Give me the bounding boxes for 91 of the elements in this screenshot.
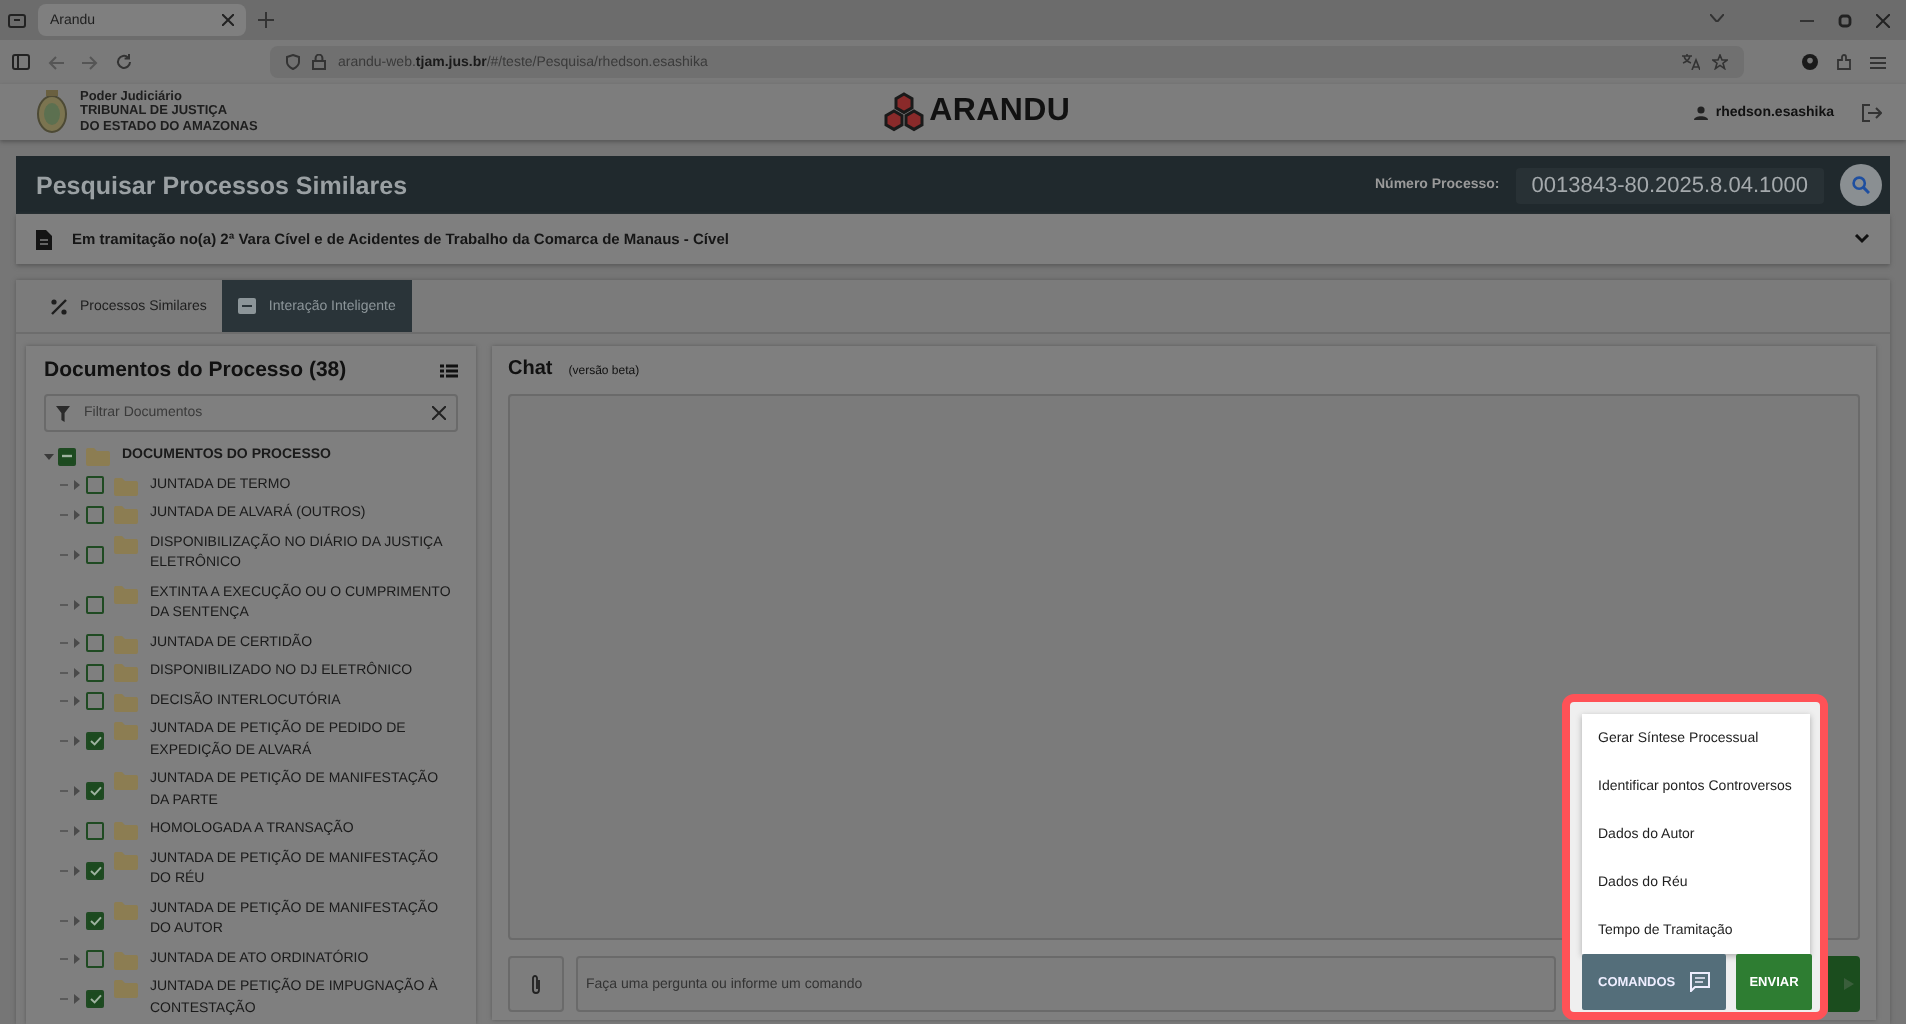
caret-right-icon[interactable] xyxy=(72,786,82,796)
checkbox[interactable] xyxy=(86,545,104,563)
folder-icon xyxy=(114,901,138,919)
folder-icon xyxy=(114,506,138,524)
checkbox[interactable] xyxy=(86,505,104,524)
caret-right-icon[interactable] xyxy=(72,736,82,746)
folder-icon xyxy=(114,980,138,998)
checkbox[interactable] xyxy=(86,821,104,840)
restore-icon[interactable] xyxy=(1838,13,1852,27)
search-button[interactable] xyxy=(1840,164,1882,206)
tab-overview-icon[interactable] xyxy=(8,12,26,28)
caret-right-icon[interactable] xyxy=(72,915,82,925)
checkbox[interactable] xyxy=(86,782,104,800)
send-arrow-button[interactable] xyxy=(1828,956,1860,1012)
caret-right-icon[interactable] xyxy=(72,825,82,836)
forward-arrow-icon[interactable] xyxy=(82,55,98,69)
page-title: Pesquisar Processos Similares xyxy=(36,171,410,199)
star-icon[interactable] xyxy=(1712,54,1728,70)
caret-right-icon[interactable] xyxy=(72,549,82,559)
close-icon[interactable] xyxy=(1876,13,1890,27)
app-name: ARANDU xyxy=(929,94,1071,130)
list-view-icon[interactable] xyxy=(440,363,458,377)
caret-right-icon[interactable] xyxy=(72,667,82,678)
folder-icon xyxy=(114,664,138,682)
close-icon[interactable] xyxy=(222,14,234,26)
caret-right-icon[interactable] xyxy=(72,954,82,965)
caret-down-icon[interactable] xyxy=(44,451,54,462)
checkbox[interactable] xyxy=(86,911,104,929)
folder-icon xyxy=(86,448,110,466)
clear-icon[interactable] xyxy=(432,406,446,420)
chat-title: Chat xyxy=(508,358,553,380)
folder-icon xyxy=(114,477,138,495)
filter-icon xyxy=(56,405,70,421)
checkbox[interactable] xyxy=(86,663,104,682)
extensions-icon[interactable] xyxy=(1836,54,1852,70)
folder-icon xyxy=(114,722,138,740)
folder-icon xyxy=(114,772,138,790)
caret-right-icon[interactable] xyxy=(72,638,82,649)
new-tab-icon[interactable] xyxy=(258,12,274,28)
caret-right-icon[interactable] xyxy=(72,865,82,875)
checkbox[interactable] xyxy=(86,595,104,613)
caret-right-icon[interactable] xyxy=(72,480,82,491)
court-emblem-icon xyxy=(36,90,68,134)
search-icon xyxy=(1852,176,1870,194)
lock-icon xyxy=(312,54,326,70)
chat-bubble-icon xyxy=(238,297,257,315)
folder-icon xyxy=(114,851,138,869)
menu-icon[interactable] xyxy=(1870,55,1886,69)
folder-icon xyxy=(114,951,138,969)
chat-bubble-icon xyxy=(1690,972,1711,992)
checkmark-icon xyxy=(89,786,101,796)
checkbox[interactable] xyxy=(58,447,76,466)
percent-icon xyxy=(50,297,68,315)
hexagon-logo-icon xyxy=(881,92,926,132)
folder-icon xyxy=(114,535,138,553)
caret-right-icon[interactable] xyxy=(72,509,82,520)
attach-button[interactable] xyxy=(508,956,564,1012)
checkbox[interactable] xyxy=(86,950,104,969)
checkmark-icon xyxy=(89,915,101,925)
logout-icon[interactable] xyxy=(1862,103,1883,121)
checkbox[interactable] xyxy=(86,990,104,1008)
folder-icon xyxy=(114,635,138,653)
checkbox[interactable] xyxy=(86,732,104,750)
caret-right-icon[interactable] xyxy=(72,599,82,609)
checkbox[interactable] xyxy=(86,692,104,711)
checkmark-icon xyxy=(89,994,101,1004)
folder-icon xyxy=(114,822,138,840)
person-icon xyxy=(1693,105,1708,119)
chevron-down-icon[interactable] xyxy=(1854,234,1870,244)
checkmark-icon xyxy=(89,736,101,746)
shield-icon xyxy=(286,54,300,70)
checkmark-icon xyxy=(89,865,101,875)
panel-title: Documentos do Processo (38) xyxy=(44,358,347,382)
checkbox[interactable] xyxy=(86,476,104,495)
caret-right-icon[interactable] xyxy=(72,994,82,1004)
document-icon xyxy=(36,229,52,249)
checkbox[interactable] xyxy=(86,861,104,879)
caret-right-icon[interactable] xyxy=(72,696,82,707)
folder-icon xyxy=(114,693,138,711)
translate-icon[interactable] xyxy=(1682,54,1700,70)
dash-icon xyxy=(62,454,72,459)
paperclip-icon xyxy=(530,973,542,995)
account-icon[interactable] xyxy=(1802,54,1818,70)
folder-icon xyxy=(114,585,138,603)
reload-icon[interactable] xyxy=(116,54,132,70)
sidebar-icon[interactable] xyxy=(12,54,30,70)
process-number-field[interactable]: 0013843-80.2025.8.04.1000 xyxy=(1515,167,1824,203)
back-arrow-icon[interactable] xyxy=(48,55,64,69)
arrow-icon xyxy=(1844,978,1854,990)
checkbox[interactable] xyxy=(86,634,104,653)
chevron-down-icon[interactable] xyxy=(1710,13,1724,21)
